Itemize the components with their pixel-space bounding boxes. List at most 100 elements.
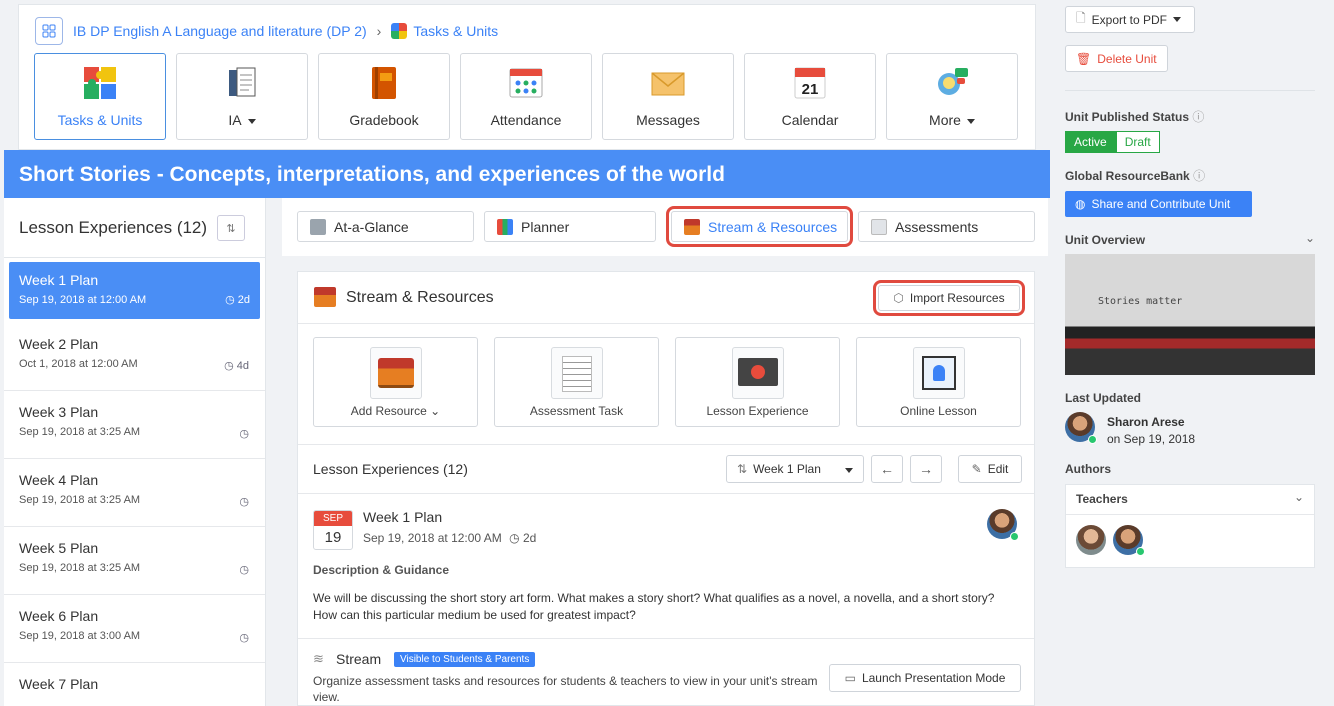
teacher-avatar[interactable] <box>1076 525 1106 555</box>
clock-icon: ◷ <box>239 632 249 644</box>
edit-button[interactable]: ✎ Edit <box>958 455 1022 483</box>
share-contribute-button[interactable]: ◍ Share and Contribute Unit <box>1065 191 1252 217</box>
event-title: Week 1 Plan <box>363 509 443 525</box>
nav-tile-label-wrap: More <box>929 112 975 128</box>
online-status-dot <box>1010 532 1019 541</box>
lesson-experience-card[interactable]: Lesson Experience <box>675 337 840 427</box>
week-select-value: Week 1 Plan <box>753 462 821 476</box>
updated-date: on Sep 19, 2018 <box>1107 432 1196 446</box>
add-resource-card[interactable]: Add Resource ⌄ <box>313 337 478 427</box>
clock-icon: ◷ <box>224 360 234 372</box>
breadcrumb-course-link[interactable]: IB DP English A Language and literature … <box>73 23 367 39</box>
chest-icon <box>314 287 336 307</box>
action-label-wrap: Add Resource ⌄ <box>314 404 477 418</box>
glance-icon <box>310 218 326 235</box>
action-label: Lesson Experience <box>706 404 809 418</box>
breadcrumb: IB DP English A Language and literature … <box>35 17 498 45</box>
grid-icon[interactable] <box>35 17 63 45</box>
arrow-left-icon: ← <box>880 461 894 477</box>
chevron-down-icon: ⌄ <box>430 404 441 418</box>
prev-week-button[interactable]: ← <box>871 455 903 483</box>
chevron-down-icon: ⌄ <box>1304 231 1315 245</box>
assessment-task-card[interactable]: Assessment Task <box>494 337 659 427</box>
authors-label: Authors <box>1065 462 1111 476</box>
next-week-button[interactable]: → <box>910 455 942 483</box>
launch-presentation-button[interactable]: ▭ Launch Presentation Mode <box>829 664 1021 692</box>
visibility-badge: Visible to Students & Parents <box>394 652 536 667</box>
week-item[interactable]: Week 6 Plan Sep 19, 2018 at 3:00 AM ◷ <box>4 595 265 663</box>
week-item[interactable]: Week 2 Plan Oct 1, 2018 at 12:00 AM ◷ 4d <box>4 323 265 391</box>
import-label: Import Resources <box>909 291 1005 305</box>
sort-icon[interactable]: ⇅ <box>217 215 245 241</box>
week-duration: ◷ 2d <box>225 293 250 306</box>
info-icon: ⓘ <box>1192 110 1205 124</box>
planner-icon <box>497 218 513 235</box>
divider <box>1065 90 1315 91</box>
tab-label: Planner <box>521 218 570 235</box>
nav-tiles: Tasks & Units IA Gradebook Attendance Me… <box>34 53 1018 140</box>
clock-icon: ◷ <box>509 531 520 545</box>
nav-tile-calendar[interactable]: 21 Calendar <box>744 53 876 140</box>
nav-tile-messages[interactable]: Messages <box>602 53 734 140</box>
video-monitor-icon <box>731 347 784 399</box>
checklist-icon <box>550 347 603 399</box>
clock-icon: ◷ <box>239 564 249 576</box>
delete-unit-button[interactable]: 🗑 Delete Unit <box>1065 45 1168 72</box>
nav-tile-more[interactable]: More <box>886 53 1018 140</box>
tab-at-a-glance[interactable]: At-a-Glance <box>297 211 474 242</box>
week-item[interactable]: Week 5 Plan Sep 19, 2018 at 3:25 AM ◷ <box>4 527 265 595</box>
week-select[interactable]: ⇅ Week 1 Plan <box>726 455 864 483</box>
week-item[interactable]: Week 1 Plan Sep 19, 2018 at 12:00 AM ◷ 2… <box>9 262 260 319</box>
teachers-label: Teachers <box>1076 492 1128 506</box>
event-date-line: Sep 19, 2018 at 12:00 AM ◷ 2d <box>363 531 536 545</box>
unit-tabs: At-a-Glance Planner Stream & Resources A… <box>282 198 1048 256</box>
assessment-icon <box>871 218 887 235</box>
pencil-icon: ✎ <box>971 462 982 476</box>
nav-tile-label-wrap: IA <box>228 112 256 128</box>
week-item[interactable]: Week 7 Plan <box>4 663 265 706</box>
presentation-icon: ▭ <box>844 671 856 685</box>
tab-planner[interactable]: Planner <box>484 211 656 242</box>
tab-label: At-a-Glance <box>334 218 409 235</box>
event-day: 19 <box>324 529 342 546</box>
globe-icon: ◍ <box>1075 197 1086 211</box>
tab-stream-resources[interactable]: Stream & Resources <box>666 206 853 247</box>
tab-assessments[interactable]: Assessments <box>858 211 1035 242</box>
clock-icon: ◷ <box>225 294 235 306</box>
week-date: Sep 19, 2018 at 3:25 AM <box>19 562 141 574</box>
nav-tile-label: IA <box>228 112 242 128</box>
draft-toggle[interactable]: Draft <box>1115 131 1160 153</box>
export-pdf-button[interactable]: 🗋 Export to PDF <box>1065 6 1195 33</box>
launch-label: Launch Presentation Mode <box>861 671 1006 685</box>
tab-label: Stream & Resources <box>708 218 838 235</box>
stream-description: Organize assessment tasks and resources … <box>313 674 818 704</box>
caret-down-icon <box>966 118 975 124</box>
import-resources-button[interactable]: ⬡ Import Resources <box>873 280 1025 316</box>
unit-overview-text: Unit Overview <box>1065 233 1146 247</box>
nav-tile-gradebook[interactable]: Gradebook <box>318 53 450 140</box>
action-label: Online Lesson <box>900 404 977 418</box>
online-status-dot <box>1088 435 1097 444</box>
week-item[interactable]: Week 3 Plan Sep 19, 2018 at 3:25 AM ◷ <box>4 391 265 459</box>
nav-tile-attendance[interactable]: Attendance <box>460 53 592 140</box>
week-duration-text: 2d <box>237 294 250 306</box>
nav-tile-tasks-units[interactable]: Tasks & Units <box>34 53 166 140</box>
teachers-panel: Teachers ⌄ <box>1065 484 1315 568</box>
top-nav-box: IB DP English A Language and literature … <box>18 4 1036 150</box>
teachers-header[interactable]: Teachers ⌄ <box>1066 485 1314 515</box>
published-status-label: Unit Published Status ⓘ <box>1065 108 1204 125</box>
online-lesson-card[interactable]: Online Lesson <box>856 337 1021 427</box>
nav-tile-ia[interactable]: IA <box>176 53 308 140</box>
delete-label: Delete Unit <box>1097 51 1157 66</box>
week-item[interactable]: Week 4 Plan Sep 19, 2018 at 3:25 AM ◷ <box>4 459 265 527</box>
unit-overview-image: Stories matter <box>1065 254 1315 375</box>
active-toggle[interactable]: Active <box>1065 131 1116 153</box>
lesson-panel-header: Lesson Experiences (12) ⇅ <box>4 198 265 258</box>
layers-icon: ≋ <box>313 651 324 666</box>
right-sidebar: 🗋 Export to PDF 🗑 Delete Unit Unit Publi… <box>1050 0 1334 706</box>
unit-title-bar: Short Stories - Concepts, interpretation… <box>4 150 1050 198</box>
week-date: Sep 19, 2018 at 3:25 AM <box>19 494 141 506</box>
week-date: Sep 19, 2018 at 3:00 AM <box>19 630 141 642</box>
breadcrumb-current[interactable]: Tasks & Units <box>413 23 498 39</box>
unit-overview-label[interactable]: Unit Overview ⌄ <box>1065 231 1315 247</box>
